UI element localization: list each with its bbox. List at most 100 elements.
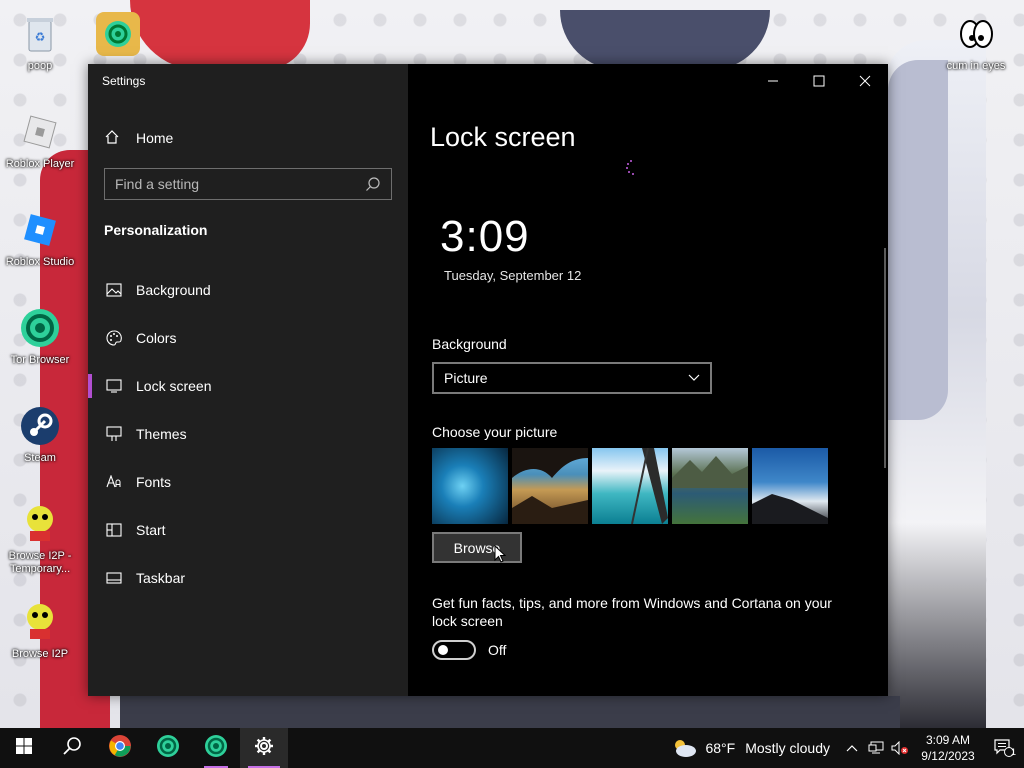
action-center-button[interactable]: 1 [984, 728, 1024, 768]
taskbar-time: 3:09 AM [925, 733, 971, 747]
taskbar-tor-browser-2[interactable] [192, 728, 240, 768]
sidebar-item-label: Fonts [136, 474, 172, 490]
lock-preview-date: Tuesday, September 12 [444, 268, 582, 283]
taskbar-settings[interactable] [240, 728, 288, 768]
tor-browser-icon [156, 734, 180, 763]
desktop-icon-roblox-player[interactable]: Roblox Player [0, 110, 80, 171]
sidebar-item-start[interactable]: Start [88, 506, 408, 554]
sidebar-item-label: Background [136, 282, 211, 298]
page-title: Lock screen [430, 122, 576, 152]
picture-thumbnails [432, 448, 828, 524]
i2p-icon [18, 502, 62, 546]
themes-brush-icon [104, 424, 124, 444]
sidebar-item-colors[interactable]: Colors [88, 314, 408, 362]
fonts-icon [104, 472, 124, 492]
notification-count-badge: 1 [1011, 747, 1017, 757]
picture-thumbnail-window-lagoon[interactable] [592, 448, 668, 524]
system-tray: 68°F Mostly cloudy 3:09 AM 9/12/2023 1 [671, 728, 1024, 768]
picture-thumbnail-cliff-sea[interactable] [752, 448, 828, 524]
settings-gear-icon [254, 736, 274, 761]
background-dropdown[interactable]: Picture [432, 362, 712, 394]
taskbar-chrome[interactable] [96, 728, 144, 768]
taskbar-search-button[interactable] [48, 728, 96, 768]
browse-button[interactable]: Browse [432, 532, 522, 563]
sidebar-item-background[interactable]: Background [88, 266, 408, 314]
loading-spinner-icon [626, 160, 638, 176]
home-icon [104, 129, 124, 148]
settings-search[interactable] [104, 168, 392, 200]
sidebar-item-themes[interactable]: Themes [88, 410, 408, 458]
fun-facts-toggle-state: Off [488, 642, 507, 658]
volume-button[interactable] [888, 728, 912, 768]
partly-cloudy-icon [671, 738, 697, 758]
chrome-icon [108, 734, 132, 763]
cartoon-eyes-icon [954, 12, 998, 56]
recycle-bin-icon: ♻ [18, 12, 62, 56]
roblox-player-icon [18, 110, 62, 154]
sidebar-item-taskbar[interactable]: Taskbar [88, 554, 408, 602]
sidebar-item-lock-screen[interactable]: Lock screen [88, 362, 408, 410]
choose-picture-label: Choose your picture [432, 424, 558, 440]
desktop-icon-browse-i2p-temporary[interactable]: Browse I2P - Temporary... [0, 502, 80, 576]
palette-icon [104, 328, 124, 348]
desktop-icon-roblox-studio[interactable]: Roblox Studio [0, 208, 80, 269]
fun-facts-toggle[interactable] [432, 640, 476, 660]
minimize-button[interactable] [750, 64, 796, 98]
content-scrollbar[interactable] [884, 248, 886, 468]
start-button[interactable] [0, 728, 48, 768]
roblox-studio-icon [18, 208, 62, 252]
nav-home[interactable]: Home [104, 128, 173, 148]
settings-content: Lock screen 3:09 Tuesday, September 12 B… [408, 64, 888, 696]
maximize-button[interactable] [796, 64, 842, 98]
desktop-icon-browse-i2p[interactable]: Browse I2P [0, 600, 80, 661]
show-hidden-icons-button[interactable] [840, 728, 864, 768]
search-icon[interactable] [365, 176, 381, 192]
start-icon [16, 737, 32, 759]
search-input[interactable] [115, 176, 365, 192]
sidebar-item-label: Start [136, 522, 166, 538]
desktop-icon-tor-browser[interactable]: Tor Browser [0, 306, 80, 367]
picture-thumbnail-ice-cave[interactable] [432, 448, 508, 524]
sidebar-item-label: Taskbar [136, 570, 186, 586]
weather-condition: Mostly cloudy [745, 740, 830, 756]
lock-screen-icon [104, 376, 124, 396]
network-icon [868, 741, 884, 754]
tor-browser-icon [96, 12, 140, 56]
desktop-icon-steam[interactable]: Steam [0, 404, 80, 465]
tor-browser-icon [18, 306, 62, 350]
taskbar-clock[interactable]: 3:09 AM 9/12/2023 [912, 732, 984, 764]
nav-home-label: Home [136, 130, 174, 146]
wallpaper-art [560, 10, 770, 70]
wallpaper-art [120, 696, 900, 728]
background-dropdown-value: Picture [444, 370, 488, 386]
close-button[interactable] [842, 64, 888, 98]
window-controls [750, 64, 888, 98]
chevron-up-icon [846, 745, 858, 752]
settings-window: Settings Home Personalization Background [88, 64, 888, 696]
desktop-icon-tor-browser-top[interactable] [78, 12, 158, 56]
toggle-knob [438, 645, 448, 655]
picture-thumbnail-mountain-lake[interactable] [672, 448, 748, 524]
start-menu-icon [104, 520, 124, 540]
sidebar-item-label: Themes [136, 426, 187, 442]
background-image-icon [104, 280, 124, 300]
weather-widget[interactable]: 68°F Mostly cloudy [671, 738, 830, 758]
i2p-icon [18, 600, 62, 644]
mouse-cursor-icon [494, 545, 506, 563]
nav-list: Background Colors Lock screen Themes Fon… [88, 266, 408, 602]
lock-preview-time: 3:09 [440, 212, 530, 261]
volume-muted-icon [891, 741, 908, 755]
settings-sidebar: Settings Home Personalization Background [88, 64, 408, 696]
sidebar-item-fonts[interactable]: Fonts [88, 458, 408, 506]
weather-temperature: 68°F [705, 740, 736, 756]
taskbar-tor-browser[interactable] [144, 728, 192, 768]
picture-thumbnail-sea-cave[interactable] [512, 448, 588, 524]
network-button[interactable] [864, 728, 888, 768]
taskbar-icon [104, 568, 124, 588]
chevron-down-icon [688, 369, 700, 387]
taskbar: 68°F Mostly cloudy 3:09 AM 9/12/2023 1 [0, 728, 1024, 768]
search-icon [62, 736, 82, 761]
desktop-icon-recycle-bin[interactable]: ♻ poop [0, 12, 80, 73]
desktop-icon-cum-in-eyes[interactable]: cum in eyes [936, 12, 1016, 73]
wallpaper-art [888, 60, 948, 420]
